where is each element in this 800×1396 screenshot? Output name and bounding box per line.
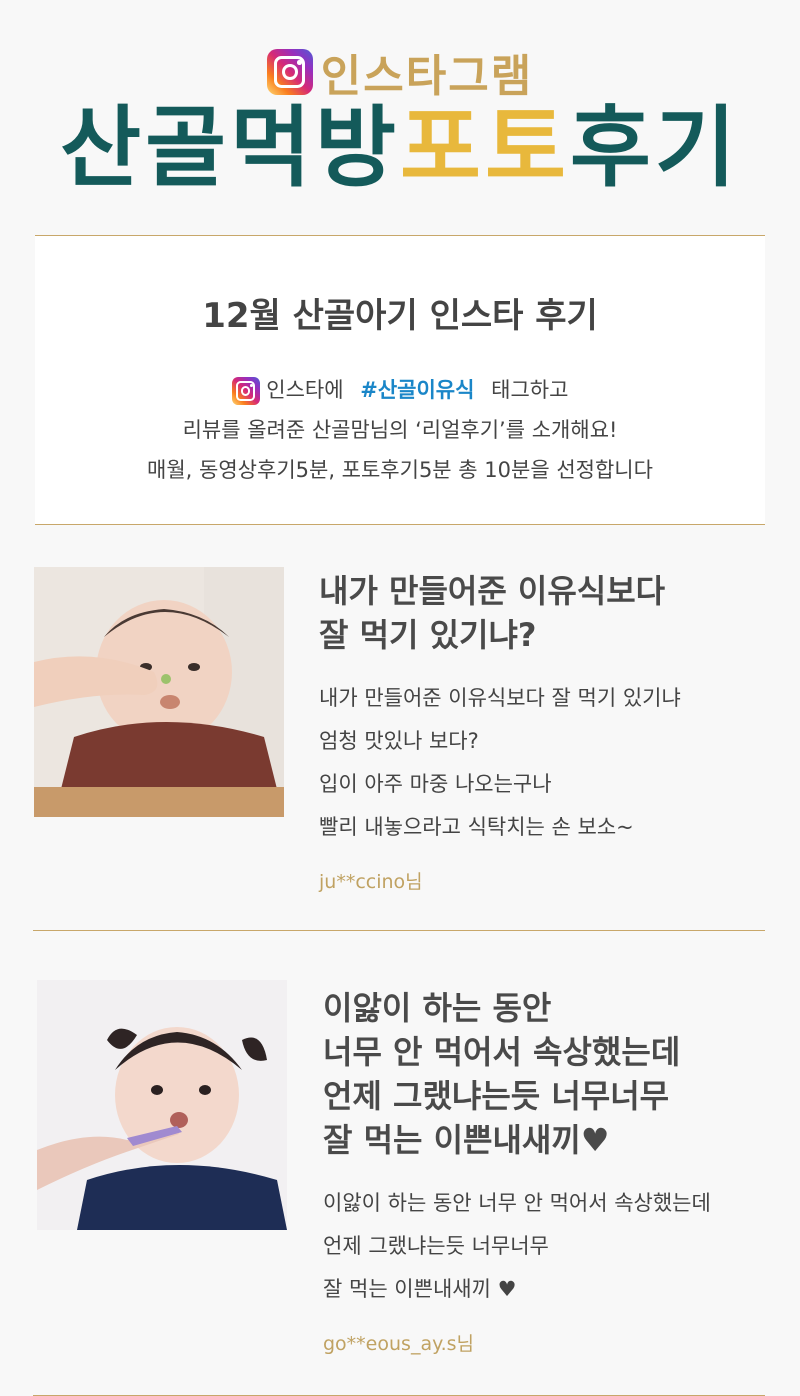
review-author: ju**ccino님	[319, 871, 423, 893]
review-body-line: 언제 그랬냐는듯 너무너무	[323, 1234, 549, 1258]
review-body-line: 내가 만들어준 이유식보다 잘 먹기 있기냐	[319, 686, 681, 710]
review-card: 이앓이 하는 동안 너무 안 먹어서 속상했는데 언제 그랬냐는듯 너무너무 잘…	[33, 930, 765, 1396]
review-photo	[37, 980, 287, 1230]
intro-line-3: 매월, 동영상후기5분, 포토후기5분 총 10분을 선정합니다	[147, 458, 653, 482]
review-title-line: 이앓이 하는 동안	[323, 989, 552, 1027]
intro-line-2: 리뷰를 올려준 산골맘님의 ‘리얼후기’를 소개해요!	[182, 418, 618, 442]
review-body: 내가 만들어준 이유식보다 잘 먹기 있기냐 엄청 맛있나 보다? 입이 아주 …	[319, 677, 759, 849]
title-part-1: 산골먹방	[60, 96, 400, 199]
review-title-line: 잘 먹기 있기냐?	[319, 616, 537, 654]
intro-line-1-suffix: 태그하고	[491, 378, 569, 402]
review-content: 내가 만들어준 이유식보다 잘 먹기 있기냐? 내가 만들어준 이유식보다 잘 …	[319, 569, 759, 894]
review-body-line: 입이 아주 마중 나오는구나	[319, 772, 552, 796]
review-title-line: 언제 그랬냐는듯 너무너무	[323, 1077, 670, 1115]
page-header: 인스타그램 산골먹방포토후기	[0, 0, 800, 235]
review-body-line: 이앓이 하는 동안 너무 안 먹어서 속상했는데	[323, 1191, 711, 1215]
brand-row: 인스타그램	[0, 40, 800, 104]
brand-text: 인스타그램	[320, 51, 534, 102]
review-author: go**eous_ay.s님	[323, 1333, 475, 1355]
intro-description: 인스타에 #산골이유식 태그하고 리뷰를 올려준 산골맘님의 ‘리얼후기’를 소…	[35, 370, 765, 490]
intro-heading: 12월 산골아기 인스타 후기	[202, 296, 598, 336]
intro-line-1: 인스타에 #산골이유식 태그하고	[35, 370, 765, 410]
review-title-line: 잘 먹는 이쁜내새끼♥	[323, 1121, 610, 1159]
review-body-line: 빨리 내놓으라고 식탁치는 손 보소~	[319, 815, 634, 839]
review-card: 내가 만들어준 이유식보다 잘 먹기 있기냐? 내가 만들어준 이유식보다 잘 …	[33, 523, 765, 931]
review-body-line: 잘 먹는 이쁜내새끼 ♥	[323, 1277, 517, 1301]
review-body: 이앓이 하는 동안 너무 안 먹어서 속상했는데 언제 그랬냐는듯 너무너무 잘…	[323, 1182, 763, 1311]
instagram-icon	[266, 49, 313, 95]
review-title: 내가 만들어준 이유식보다 잘 먹기 있기냐?	[319, 569, 759, 657]
review-title-line: 너무 안 먹어서 속상했는데	[323, 1033, 681, 1071]
review-photo	[34, 567, 284, 817]
intro-box: 12월 산골아기 인스타 후기 인스타에 #산골이유식 태그하고 리뷰를 올려준…	[35, 235, 765, 525]
review-content: 이앓이 하는 동안 너무 안 먹어서 속상했는데 언제 그랬냐는듯 너무너무 잘…	[323, 986, 763, 1356]
review-title: 이앓이 하는 동안 너무 안 먹어서 속상했는데 언제 그랬냐는듯 너무너무 잘…	[323, 986, 763, 1162]
title-part-2: 포토	[400, 96, 570, 199]
review-body-line: 엄청 맛있나 보다?	[319, 729, 479, 753]
review-title-line: 내가 만들어준 이유식보다	[319, 572, 666, 610]
hashtag-link[interactable]: #산골이유식	[360, 378, 474, 402]
instagram-icon	[231, 377, 260, 405]
intro-line-1-prefix: 인스타에	[266, 378, 344, 402]
title-part-3: 후기	[569, 96, 740, 199]
page-title: 산골먹방포토후기	[0, 98, 800, 198]
